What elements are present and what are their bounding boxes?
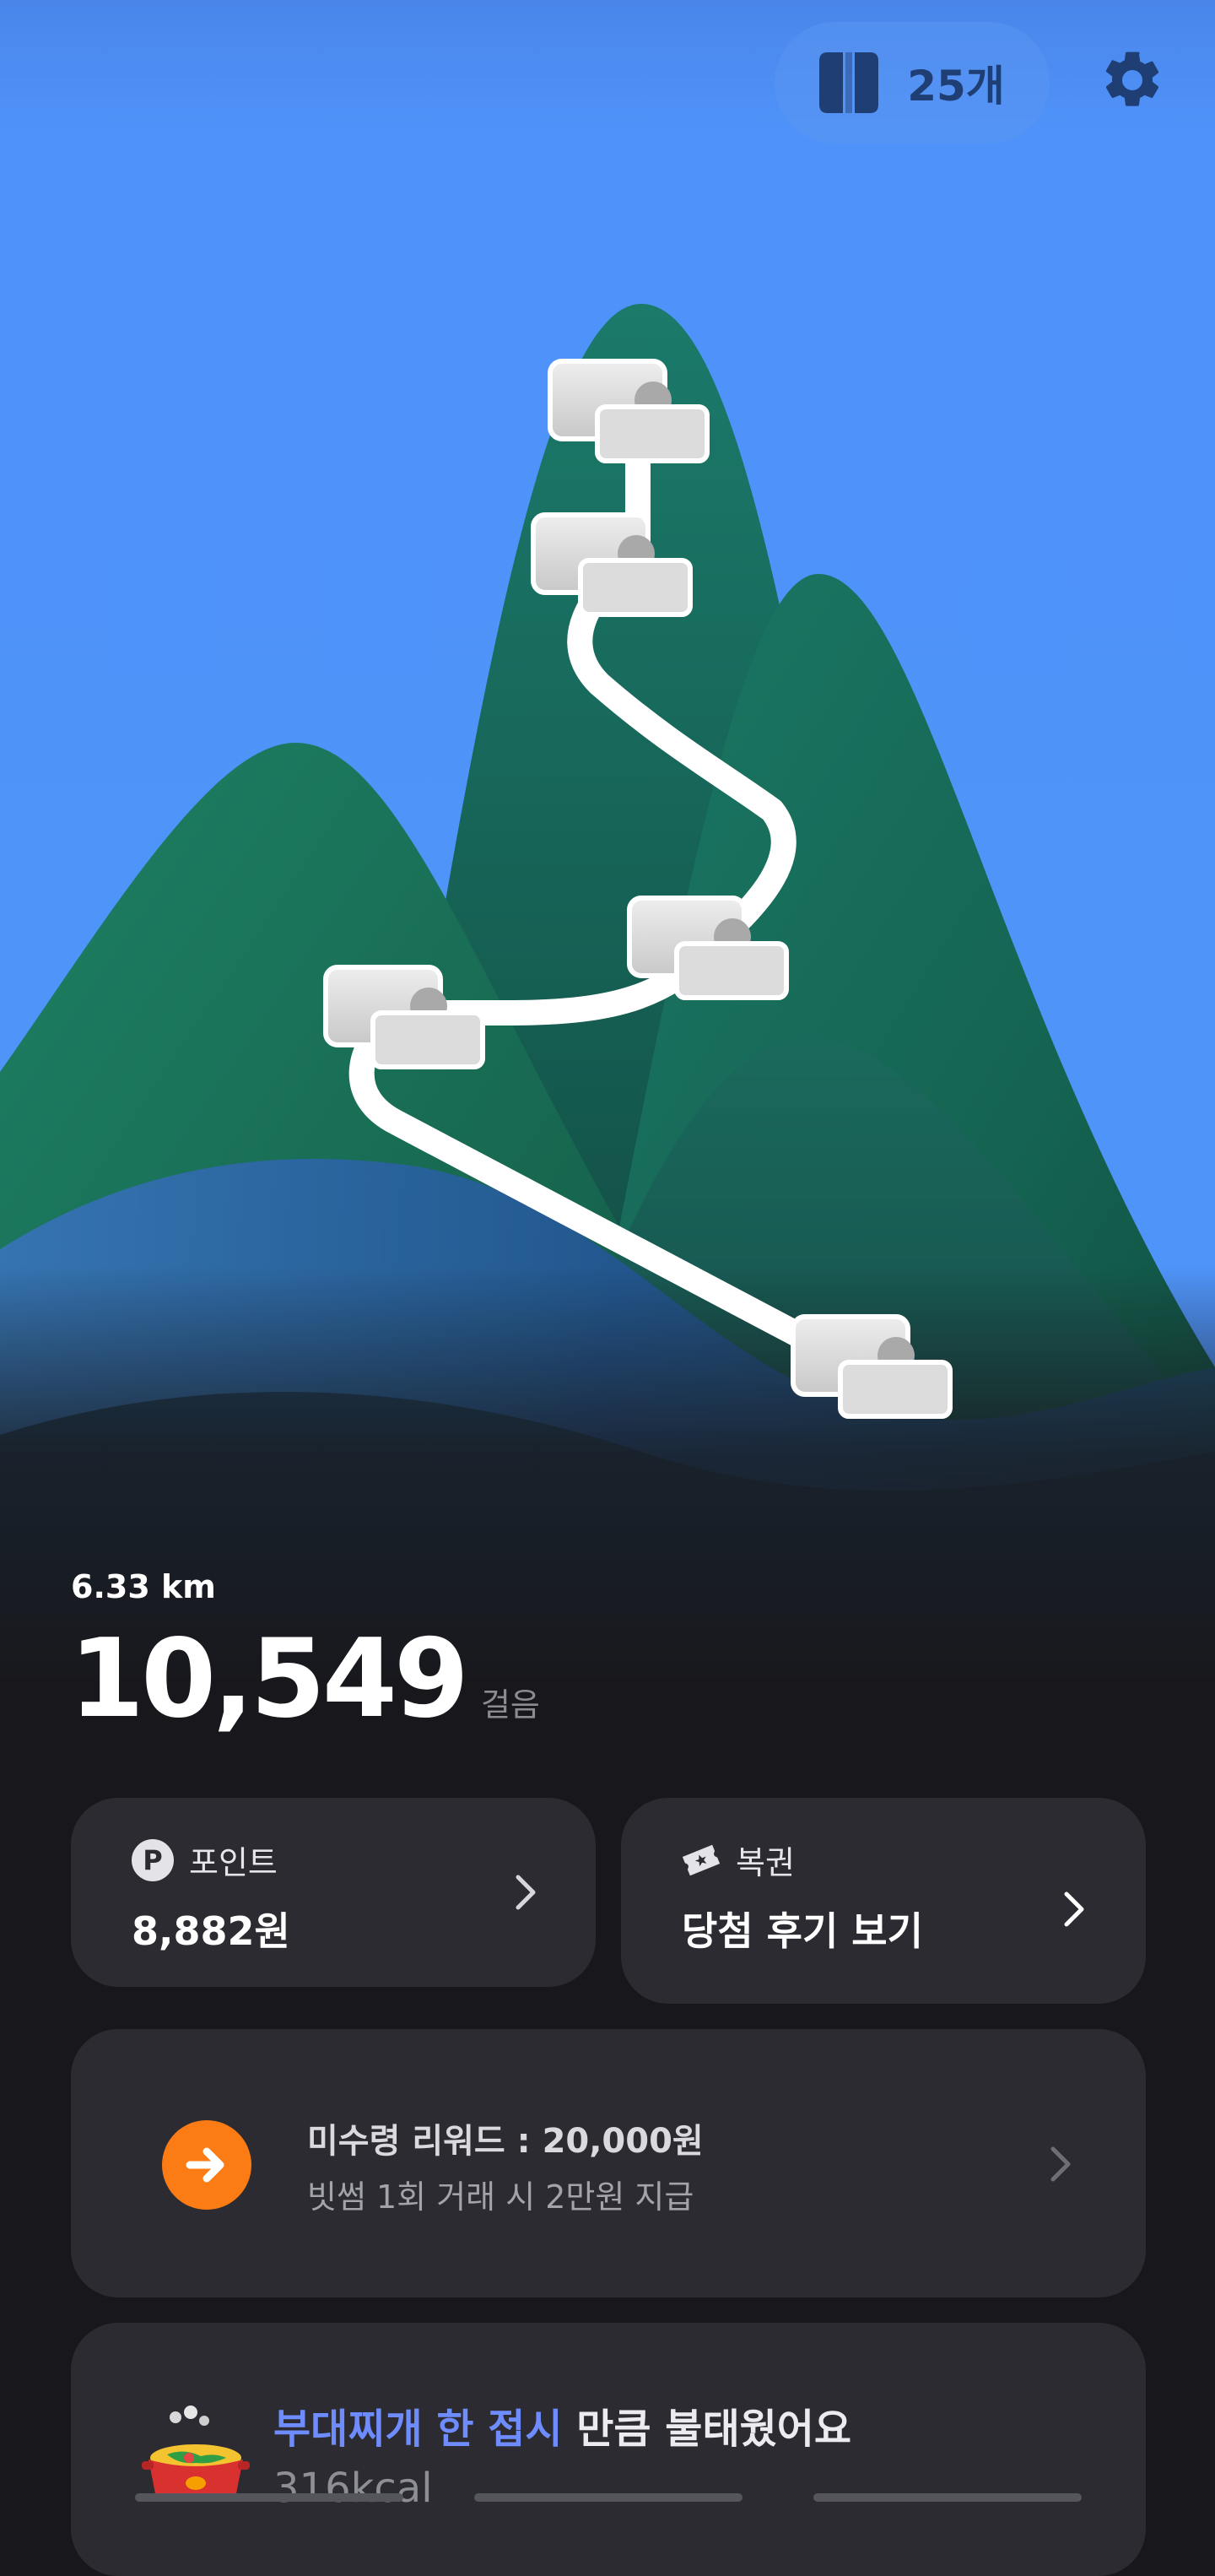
unclaimed-reward-card[interactable]: 미수령 리워드 : 20,000원 빗썸 1회 거래 시 2만원 지급 [71,2029,1146,2297]
reward-subtitle: 빗썸 1회 거래 시 2만원 지급 [307,2178,694,2216]
page-indicator [813,2493,1082,2502]
lottery-card[interactable]: 복권 당첨 후기 보기 [621,1798,1146,2004]
steps-row: 10,549 걸음 [69,1616,540,1742]
page-indicator [135,2493,403,2502]
ticket-count: 25개 [907,62,1005,111]
ticket-count-button[interactable]: 25개 [775,22,1050,143]
points-value: 8,882원 [132,1908,290,1954]
points-header: P 포인트 [132,1837,278,1883]
steps-unit: 걸음 [480,1686,540,1724]
reward-title: 미수령 리워드 : 20,000원 [307,2122,704,2161]
lottery-label: 복권 [736,1844,795,1881]
calorie-burn-message: 부대찌개 한 접시 만큼 불태웠어요 [273,2395,851,2454]
distance-text: 6.33 km [71,1568,216,1605]
page-indicator [474,2493,742,2502]
gear-icon[interactable] [1099,46,1166,114]
points-card[interactable]: P 포인트 8,882원 [71,1798,596,1987]
points-label: 포인트 [189,1844,278,1881]
food-name: 부대찌개 한 접시 [273,2406,563,2453]
steps-count: 10,549 [69,1616,469,1742]
chevron-right-icon [516,1875,536,1910]
arrow-right-icon [162,2120,251,2210]
mountain-scene [0,0,1215,1688]
ticket-icon [819,52,879,113]
chevron-right-icon [1050,2146,1071,2182]
ticket-star-icon [682,1844,721,1875]
calorie-value: 316kcal [273,2465,433,2512]
chevron-right-icon [1064,1891,1084,1927]
lottery-review-link: 당첨 후기 보기 [682,1908,923,1954]
burn-suffix: 만큼 불태웠어요 [562,2406,852,2453]
point-icon: P [132,1838,174,1881]
calorie-burn-card[interactable]: 부대찌개 한 접시 만큼 불태웠어요 316kcal [71,2323,1146,2576]
lottery-header: 복권 [682,1837,795,1883]
